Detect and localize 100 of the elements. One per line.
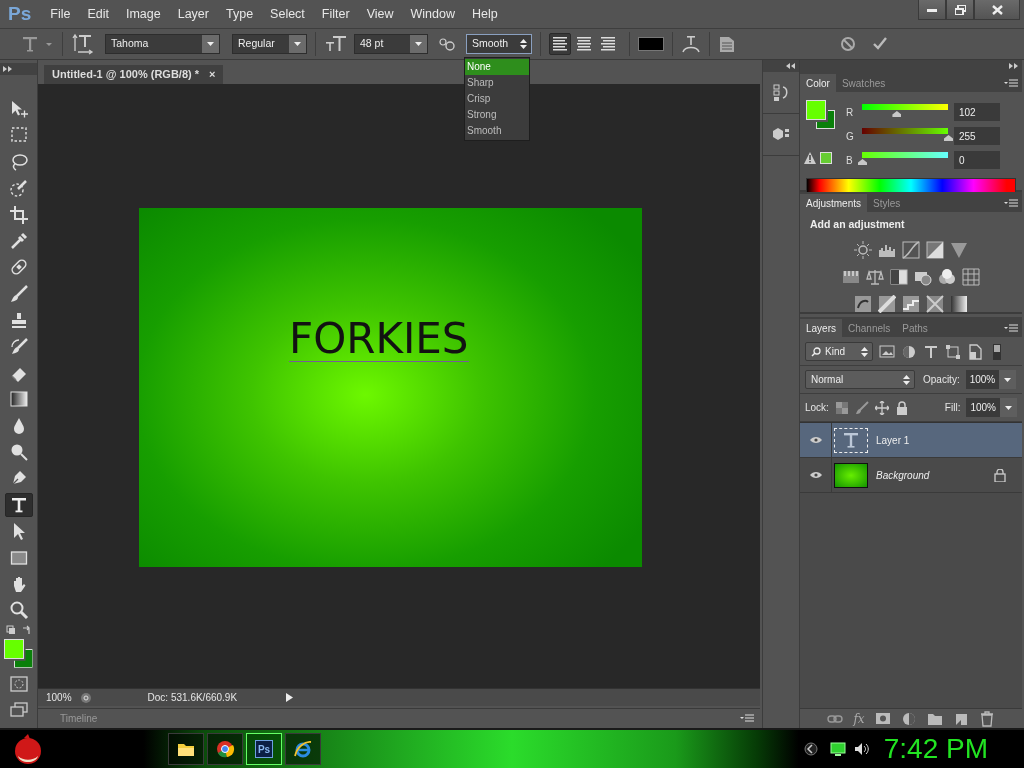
panel-menu-icon[interactable] xyxy=(1004,324,1018,333)
warp-text-icon[interactable] xyxy=(681,34,701,54)
menu-item[interactable]: File xyxy=(43,4,78,24)
menu-option[interactable]: None xyxy=(465,59,529,75)
anti-alias-dropdown[interactable]: Smooth xyxy=(466,34,532,54)
blend-mode-dropdown[interactable]: Normal xyxy=(805,370,915,389)
channel-value-field[interactable]: 102 xyxy=(954,103,1000,121)
panel-tab[interactable]: Layers xyxy=(800,319,842,337)
menu-item[interactable]: Type xyxy=(219,4,261,24)
swap-colors-icon[interactable] xyxy=(4,624,33,637)
checker-lock-icon[interactable] xyxy=(834,400,849,415)
quick-mask-icon[interactable] xyxy=(8,674,29,693)
panel-menu-icon[interactable] xyxy=(1004,79,1018,88)
zoom-level[interactable]: 100% xyxy=(46,690,72,705)
tool-button[interactable] xyxy=(4,492,33,517)
channel-value-field[interactable]: 0 xyxy=(954,151,1000,169)
menu-option[interactable]: Sharp xyxy=(465,75,529,91)
grid-icon[interactable] xyxy=(962,268,980,287)
text-color-swatch[interactable] xyxy=(638,37,664,51)
type-tool-icon[interactable] xyxy=(20,34,54,54)
document-tab[interactable]: Untitled-1 @ 100% (RGB/8) * × xyxy=(44,65,224,84)
panel-tab[interactable]: Color xyxy=(800,74,836,92)
move-lock-icon[interactable] xyxy=(874,400,889,415)
restore-button[interactable] xyxy=(946,0,974,20)
web-safe-color-swatch[interactable] xyxy=(820,152,832,164)
panel-menu-icon[interactable] xyxy=(1004,199,1018,208)
text-orientation-icon[interactable] xyxy=(71,33,95,55)
circles-icon[interactable] xyxy=(938,268,956,287)
menu-item[interactable]: Layer xyxy=(170,4,216,24)
fill-field[interactable]: 100% xyxy=(966,398,1017,417)
panel-tab[interactable]: Styles xyxy=(867,194,907,212)
slider-thumb[interactable] xyxy=(858,159,867,165)
layer-row[interactable]: Layer 1 xyxy=(800,423,1022,458)
panel-tab[interactable]: Channels xyxy=(842,319,897,337)
effects-button[interactable]: fx xyxy=(853,709,865,728)
play-icon[interactable] xyxy=(285,693,293,702)
commit-icon[interactable] xyxy=(872,36,888,52)
cancel-icon[interactable] xyxy=(840,36,856,52)
type-filter-icon[interactable] xyxy=(923,343,939,360)
half-circle-icon[interactable] xyxy=(901,343,917,360)
close-button[interactable] xyxy=(974,0,1020,20)
warning-icon[interactable] xyxy=(804,152,816,164)
triangle-icon[interactable] xyxy=(950,241,968,260)
sun-icon[interactable] xyxy=(854,241,872,260)
document-filter-icon[interactable] xyxy=(967,343,983,360)
menu-item[interactable]: Window xyxy=(403,4,462,24)
diagonal-icon[interactable] xyxy=(878,295,896,314)
screen-mode-icon[interactable] xyxy=(8,700,29,719)
eye-icon[interactable] xyxy=(808,436,823,444)
speaker-icon[interactable] xyxy=(853,742,870,756)
menu-option[interactable]: Smooth xyxy=(465,123,529,139)
font-style-dropdown[interactable]: Regular xyxy=(232,34,307,54)
half-circle-icon[interactable] xyxy=(900,710,917,727)
menu-item[interactable]: Filter xyxy=(314,4,357,24)
shape-filter-icon[interactable] xyxy=(945,343,961,360)
gradient-square-icon[interactable] xyxy=(950,295,968,314)
lock-icon[interactable] xyxy=(894,400,909,415)
trash-icon[interactable] xyxy=(978,710,995,727)
filter-dropdown[interactable]: Kind xyxy=(805,342,873,361)
panel-tab[interactable]: Adjustments xyxy=(800,194,868,212)
minimize-button[interactable] xyxy=(918,0,946,20)
taskbar-button[interactable] xyxy=(285,733,321,765)
exposure-icon[interactable] xyxy=(926,241,944,260)
taskbar-button[interactable] xyxy=(207,733,243,765)
panel-tab[interactable]: Paths xyxy=(896,319,934,337)
menu-option[interactable]: Crisp xyxy=(465,91,529,107)
menu-item[interactable]: Help xyxy=(464,4,505,24)
mask-icon[interactable] xyxy=(874,710,891,727)
font-size-dropdown[interactable]: 48 pt xyxy=(354,34,428,54)
swirl-icon[interactable] xyxy=(854,295,872,314)
menu-option[interactable]: Strong xyxy=(465,107,529,123)
expand-icon[interactable] xyxy=(3,66,12,72)
expand-icon[interactable] xyxy=(1009,63,1018,69)
menu-item[interactable]: Image xyxy=(118,4,168,24)
panel-menu-icon[interactable] xyxy=(740,714,754,723)
half-square-icon[interactable] xyxy=(890,268,908,287)
taskbar-button[interactable]: Ps xyxy=(246,733,282,765)
foreground-color-swatch[interactable] xyxy=(806,100,826,120)
collapse-icon[interactable] xyxy=(786,63,795,69)
foreground-color-swatch[interactable] xyxy=(3,638,24,659)
menu-item[interactable]: Select xyxy=(263,4,312,24)
layer-row[interactable]: Background xyxy=(800,458,1022,493)
status-menu-icon[interactable] xyxy=(79,691,92,704)
picture-filter-icon[interactable] xyxy=(879,343,895,360)
panel-tab[interactable]: Swatches xyxy=(835,74,892,92)
opacity-field[interactable]: 100% xyxy=(965,370,1017,389)
slider-thumb[interactable] xyxy=(892,111,902,117)
layer-thumbnail[interactable] xyxy=(834,462,868,488)
font-family-dropdown[interactable]: Tahoma xyxy=(105,34,220,54)
menu-item[interactable]: Edit xyxy=(80,4,116,24)
eye-icon[interactable] xyxy=(808,471,823,479)
monitor-icon[interactable] xyxy=(829,742,846,756)
character-panel-icon[interactable] xyxy=(718,35,736,53)
scales-icon[interactable] xyxy=(866,268,884,287)
curve-icon[interactable] xyxy=(902,241,920,260)
taskbar-button[interactable] xyxy=(168,733,204,765)
tab-close-button[interactable]: × xyxy=(209,66,216,83)
cross-icon[interactable] xyxy=(926,295,944,314)
link-icon[interactable] xyxy=(827,713,844,724)
align-button[interactable] xyxy=(549,33,571,55)
